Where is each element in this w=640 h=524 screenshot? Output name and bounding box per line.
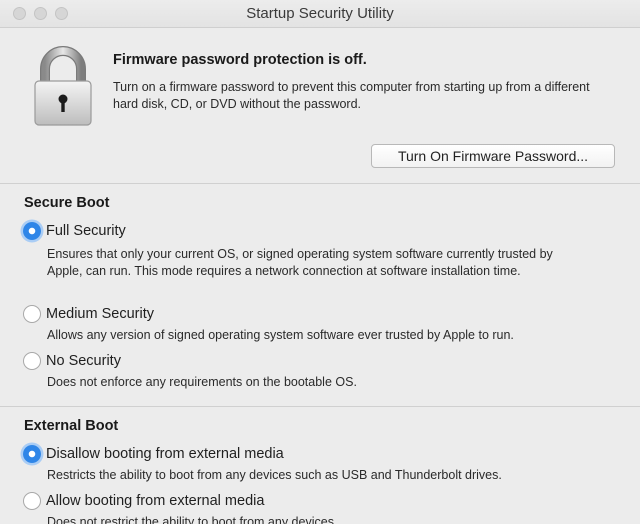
medium-security-description: Allows any version of signed operating s… <box>47 328 514 342</box>
full-security-label[interactable]: Full Security <box>46 223 126 239</box>
medium-security-label[interactable]: Medium Security <box>46 306 154 322</box>
turn-on-firmware-password-button[interactable]: Turn On Firmware Password... <box>371 144 615 168</box>
disallow-external-boot-label[interactable]: Disallow booting from external media <box>46 446 284 462</box>
lock-icon <box>34 46 92 126</box>
section-divider <box>0 183 640 184</box>
medium-security-radio[interactable] <box>23 305 41 323</box>
section-divider <box>0 406 640 407</box>
allow-external-boot-description: Does not restrict the ability to boot fr… <box>47 515 338 524</box>
full-security-radio[interactable] <box>23 222 41 240</box>
no-security-label[interactable]: No Security <box>46 353 121 369</box>
secure-boot-heading: Secure Boot <box>24 195 110 211</box>
title-bar: Startup Security Utility <box>0 0 640 28</box>
allow-external-boot-label[interactable]: Allow booting from external media <box>46 493 264 509</box>
startup-security-window: Startup Security Utility Firmware passwo… <box>0 0 640 524</box>
disallow-external-boot-radio[interactable] <box>23 445 41 463</box>
no-security-description: Does not enforce any requirements on the… <box>47 375 357 389</box>
firmware-description: Turn on a firmware password to prevent t… <box>113 80 590 111</box>
firmware-status-heading: Firmware password protection is off. <box>113 52 367 68</box>
window-title: Startup Security Utility <box>246 5 394 22</box>
disallow-external-boot-description: Restricts the ability to boot from any d… <box>47 468 502 482</box>
external-boot-heading: External Boot <box>24 418 119 434</box>
no-security-radio[interactable] <box>23 352 41 370</box>
allow-external-boot-radio[interactable] <box>23 492 41 510</box>
full-security-description: Ensures that only your current OS, or si… <box>47 247 553 278</box>
